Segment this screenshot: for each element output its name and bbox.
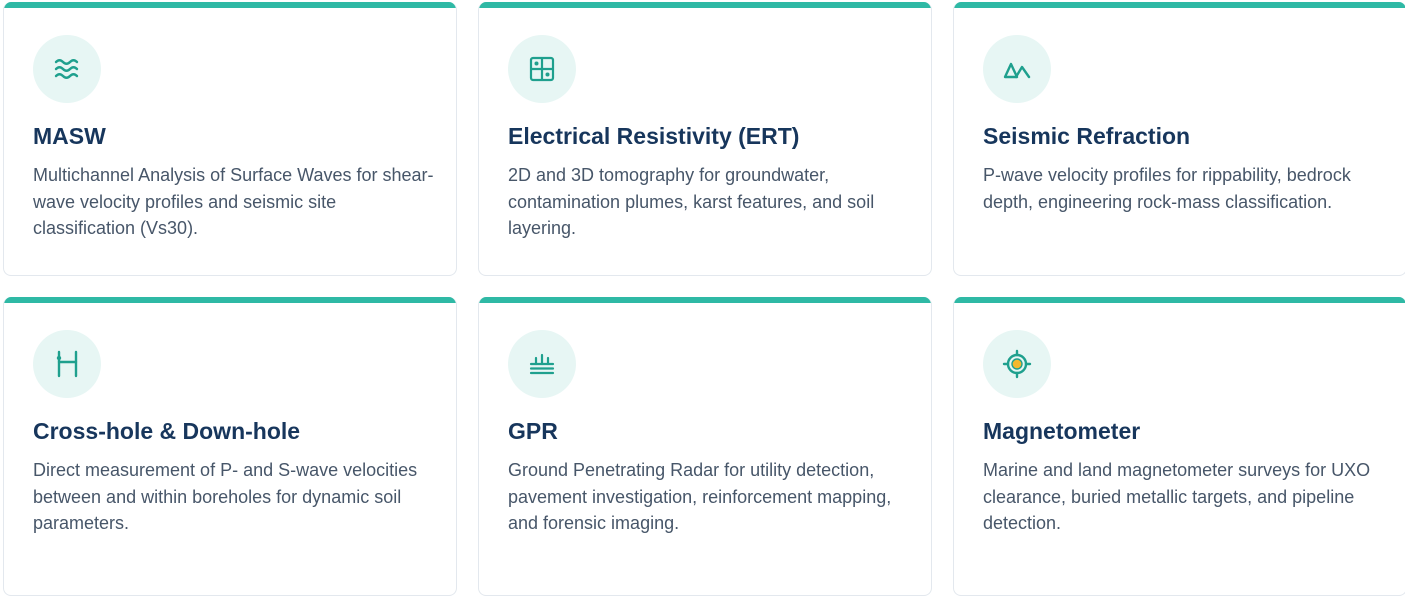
waves-icon xyxy=(33,35,101,103)
service-card-cross-hole: Cross-hole & Down-hole Direct measuremen… xyxy=(3,297,457,596)
card-description: Multichannel Analysis of Surface Waves f… xyxy=(33,165,434,238)
services-grid: MASW Multichannel Analysis of Surface Wa… xyxy=(3,2,1405,596)
service-card-seismic-refraction: Seismic Refraction P-wave velocity profi… xyxy=(953,2,1405,276)
radar-layers-icon xyxy=(508,330,576,398)
peaks-icon xyxy=(983,35,1051,103)
card-title: Cross-hole & Down-hole xyxy=(33,418,301,444)
service-card-masw: MASW Multichannel Analysis of Surface Wa… xyxy=(3,2,457,276)
card-description: Ground Penetrating Radar for utility det… xyxy=(508,460,892,533)
grid-icon xyxy=(508,35,576,103)
card-description: Marine and land magnetometer surveys for… xyxy=(983,460,1371,533)
service-card-gpr: GPR Ground Penetrating Radar for utility… xyxy=(478,297,932,596)
borehole-icon xyxy=(33,330,101,398)
target-icon xyxy=(983,330,1051,398)
card-title: MASW xyxy=(33,123,106,149)
card-title: Electrical Resistivity (ERT) xyxy=(508,123,800,149)
card-title: Seismic Refraction xyxy=(983,123,1191,149)
card-description: Direct measurement of P- and S-wave velo… xyxy=(33,460,418,533)
service-card-magnetometer: Magnetometer Marine and land magnetomete… xyxy=(953,297,1405,596)
card-title: Magnetometer xyxy=(983,418,1141,444)
service-card-ert: Electrical Resistivity (ERT) 2D and 3D t… xyxy=(478,2,932,276)
card-title: GPR xyxy=(508,418,558,444)
card-description: 2D and 3D tomography for groundwater, co… xyxy=(508,165,875,238)
card-description: P-wave velocity profiles for rippability… xyxy=(983,165,1351,212)
